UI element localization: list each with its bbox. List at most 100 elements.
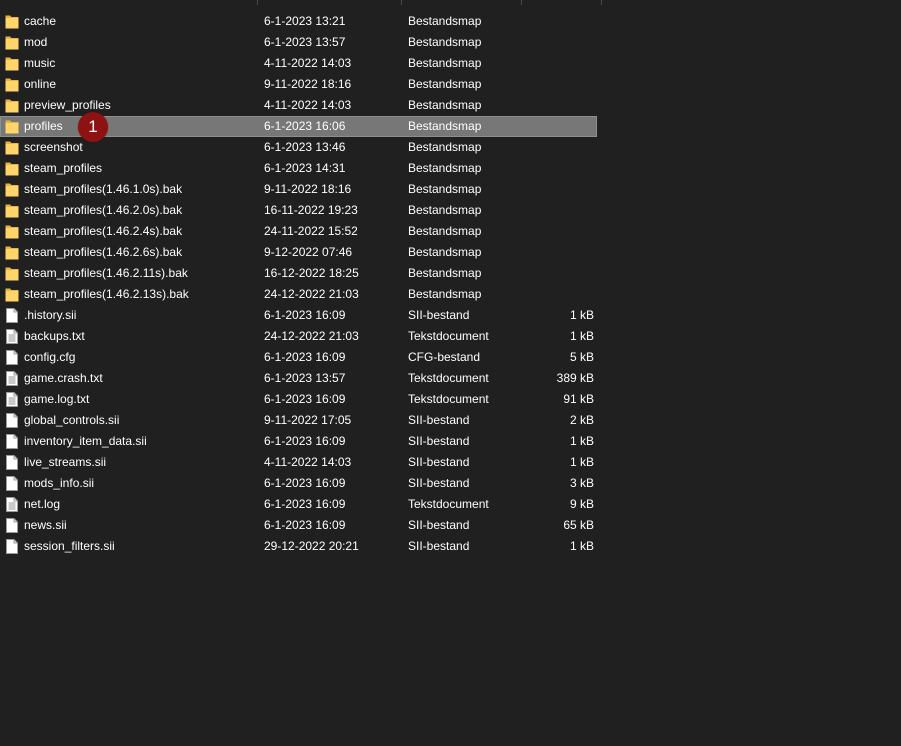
file-type: SII-bestand — [408, 518, 470, 532]
folder-row[interactable]: steam_profiles(1.46.2.4s).bak 24-11-2022 … — [0, 221, 597, 242]
file-type: Tekstdocument — [408, 371, 489, 385]
file-row[interactable]: inventory_item_data.sii 6-1-2023 16:09 SII… — [0, 431, 597, 452]
column-divider-end[interactable] — [601, 0, 602, 5]
folder-icon — [5, 245, 19, 260]
file-name: config.cfg — [24, 350, 76, 364]
file-modified-date: 6-1-2023 13:57 — [264, 371, 346, 385]
file-modified-date: 6-1-2023 13:21 — [264, 14, 346, 28]
file-type: Bestandsmap — [408, 56, 482, 70]
file-size: 1 kB — [569, 308, 594, 322]
folder-row[interactable]: music 4-11-2022 14:03 Bestandsmap — [0, 53, 597, 74]
file-type: Bestandsmap — [408, 98, 482, 112]
file-name: .history.sii — [24, 308, 77, 322]
text-file-icon — [5, 497, 19, 512]
column-divider-type[interactable] — [401, 0, 402, 5]
folder-row[interactable]: online 9-11-2022 18:16 Bestandsmap — [0, 74, 597, 95]
file-list: cache 6-1-2023 13:21 Bestandsmap mod 6-1-202… — [0, 11, 600, 557]
text-file-icon — [5, 371, 19, 386]
file-row[interactable]: news.sii 6-1-2023 16:09 SII-bestand 65 kB — [0, 515, 597, 536]
file-modified-date: 6-1-2023 14:31 — [264, 161, 346, 175]
file-row[interactable]: backups.txt 24-12-2022 21:03 Tekstdocument… — [0, 326, 597, 347]
column-divider-date[interactable] — [257, 0, 258, 5]
folder-icon — [5, 77, 19, 92]
file-type: SII-bestand — [408, 455, 470, 469]
folder-row[interactable]: steam_profiles(1.46.1.0s).bak 9-11-2022 1… — [0, 179, 597, 200]
file-size: 91 kB — [563, 392, 594, 406]
folder-row[interactable]: steam_profiles 6-1-2023 14:31 Bestandsmap — [0, 158, 597, 179]
folder-icon — [5, 224, 19, 239]
file-type: Tekstdocument — [408, 497, 489, 511]
file-modified-date: 6-1-2023 16:09 — [264, 497, 346, 511]
file-name: news.sii — [24, 518, 67, 532]
file-name: steam_profiles(1.46.2.0s).bak — [24, 203, 183, 217]
file-type: Tekstdocument — [408, 392, 489, 406]
file-icon — [5, 476, 19, 491]
file-size: 3 kB — [569, 476, 594, 490]
file-size: 9 kB — [569, 497, 594, 511]
file-type: Bestandsmap — [408, 161, 482, 175]
file-modified-date: 24-12-2022 21:03 — [264, 287, 359, 301]
file-type: Bestandsmap — [408, 182, 482, 196]
file-name: steam_profiles(1.46.2.13s).bak — [24, 287, 189, 301]
folder-icon — [5, 140, 19, 155]
text-file-icon — [5, 329, 19, 344]
folder-icon — [5, 287, 19, 302]
text-file-icon — [5, 392, 19, 407]
file-row[interactable]: config.cfg 6-1-2023 16:09 CFG-bestand 5 kB — [0, 347, 597, 368]
file-modified-date: 4-11-2022 14:03 — [264, 56, 352, 70]
file-row[interactable]: .history.sii 6-1-2023 16:09 SII-bestand 1 k… — [0, 305, 597, 326]
file-icon — [5, 455, 19, 470]
file-type: SII-bestand — [408, 539, 470, 553]
folder-row[interactable]: mod 6-1-2023 13:57 Bestandsmap — [0, 32, 597, 53]
folder-row[interactable]: cache 6-1-2023 13:21 Bestandsmap — [0, 11, 597, 32]
file-type: Bestandsmap — [408, 119, 482, 133]
file-type: Bestandsmap — [408, 203, 482, 217]
file-row[interactable]: session_filters.sii 29-12-2022 20:21 SII-b… — [0, 536, 597, 557]
file-size: 1 kB — [569, 329, 594, 343]
file-modified-date: 6-1-2023 16:06 — [264, 119, 346, 133]
file-icon — [5, 539, 19, 554]
file-name: steam_profiles(1.46.1.0s).bak — [24, 182, 183, 196]
file-type: Bestandsmap — [408, 77, 482, 91]
file-row[interactable]: game.crash.txt 6-1-2023 13:57 Tekstdocumen… — [0, 368, 597, 389]
file-type: Bestandsmap — [408, 140, 482, 154]
folder-icon — [5, 266, 19, 281]
folder-row[interactable]: steam_profiles(1.46.2.11s).bak 16-12-2022… — [0, 263, 597, 284]
file-modified-date: 6-1-2023 13:57 — [264, 35, 346, 49]
folder-row[interactable]: steam_profiles(1.46.2.0s).bak 16-11-2022 … — [0, 200, 597, 221]
file-explorer-view: cache 6-1-2023 13:21 Bestandsmap mod 6-1-202… — [0, 0, 901, 746]
file-name: cache — [24, 14, 57, 28]
file-name: global_controls.sii — [24, 413, 120, 427]
file-modified-date: 6-1-2023 16:09 — [264, 434, 346, 448]
file-name: session_filters.sii — [24, 539, 115, 553]
file-row[interactable]: global_controls.sii 9-11-2022 17:05 SII-be… — [0, 410, 597, 431]
file-row[interactable]: game.log.txt 6-1-2023 16:09 Tekstdocument 9… — [0, 389, 597, 410]
file-icon — [5, 518, 19, 533]
file-modified-date: 6-1-2023 16:09 — [264, 350, 346, 364]
file-modified-date: 24-11-2022 15:52 — [264, 224, 358, 238]
column-divider-size[interactable] — [521, 0, 522, 5]
file-modified-date: 6-1-2023 13:46 — [264, 140, 346, 154]
file-row[interactable]: net.log 6-1-2023 16:09 Tekstdocument 9 kB — [0, 494, 597, 515]
file-type: Bestandsmap — [408, 287, 482, 301]
file-modified-date: 9-12-2022 07:46 — [264, 245, 353, 259]
file-icon — [5, 413, 19, 428]
file-modified-date: 24-12-2022 21:03 — [264, 329, 359, 343]
file-name: steam_profiles — [24, 161, 103, 175]
folder-row[interactable]: steam_profiles(1.46.2.13s).bak 24-12-2022… — [0, 284, 597, 305]
file-type: Bestandsmap — [408, 14, 482, 28]
file-modified-date: 6-1-2023 16:09 — [264, 518, 346, 532]
file-size: 389 kB — [556, 371, 594, 385]
file-type: CFG-bestand — [408, 350, 481, 364]
annotation-badge: 1 — [78, 112, 108, 142]
file-modified-date: 6-1-2023 16:09 — [264, 476, 346, 490]
folder-icon — [5, 203, 19, 218]
file-row[interactable]: mods_info.sii 6-1-2023 16:09 SII-bestand 3 … — [0, 473, 597, 494]
file-type: Bestandsmap — [408, 224, 482, 238]
file-type: Bestandsmap — [408, 266, 482, 280]
file-type: SII-bestand — [408, 413, 470, 427]
file-name: net.log — [24, 497, 61, 511]
file-name: steam_profiles(1.46.2.6s).bak — [24, 245, 183, 259]
folder-row[interactable]: steam_profiles(1.46.2.6s).bak 9-12-2022 0… — [0, 242, 597, 263]
file-row[interactable]: live_streams.sii 4-11-2022 14:03 SII-besta… — [0, 452, 597, 473]
